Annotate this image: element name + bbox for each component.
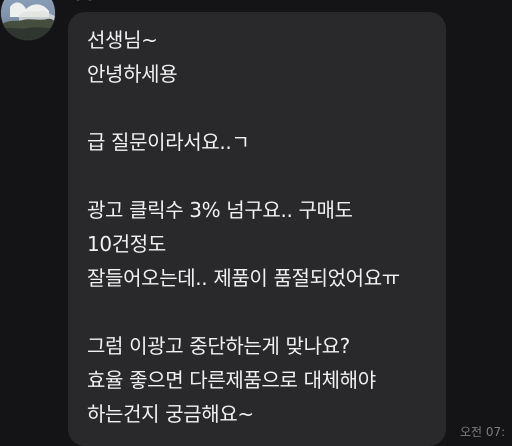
avatar[interactable] — [1, 0, 55, 40]
message-text: 선생님~ 안녕하세용 급 질문이라서요..ㄱ 광고 클릭수 3% 넘구요.. 구… — [87, 23, 437, 431]
message-line-6: 광고 클릭수 3% 넘구요.. 구매도 — [87, 198, 353, 222]
message-bubble[interactable]: 선생님~ 안녕하세용 급 질문이라서요..ㄱ 광고 클릭수 3% 넘구요.. 구… — [68, 12, 446, 446]
message-line-9 — [87, 295, 437, 329]
message-line-2: 안녕하세용 — [87, 62, 178, 86]
message-line-1: 선생님~ — [87, 28, 158, 52]
landscape-profile-photo-icon — [1, 0, 55, 40]
sender-name: ㅇㅇ — [72, 0, 96, 7]
message-line-11: 효율 좋으면 다른제품으로 대체해야 — [87, 368, 376, 392]
message-line-5 — [87, 159, 437, 193]
message-line-8: 잘들어오는데.. 제품이 품절되었어요ㅠ — [87, 266, 400, 290]
message-line-10: 그럼 이광고 중단하는게 맞나요? — [87, 334, 350, 358]
message-line-3 — [87, 91, 437, 125]
message-line-4: 급 질문이라서요..ㄱ — [87, 130, 250, 154]
message-line-7: 10건정도 — [87, 232, 166, 256]
message-line-12: 하는건지 궁금해요~ — [87, 402, 254, 426]
chat-screen: ㅇㅇ 선생님~ 안녕하세용 급 질문이라서요..ㄱ 광고 클릭수 3% 넘구요.… — [0, 0, 512, 446]
message-timestamp: 오전 07: — [460, 425, 506, 439]
